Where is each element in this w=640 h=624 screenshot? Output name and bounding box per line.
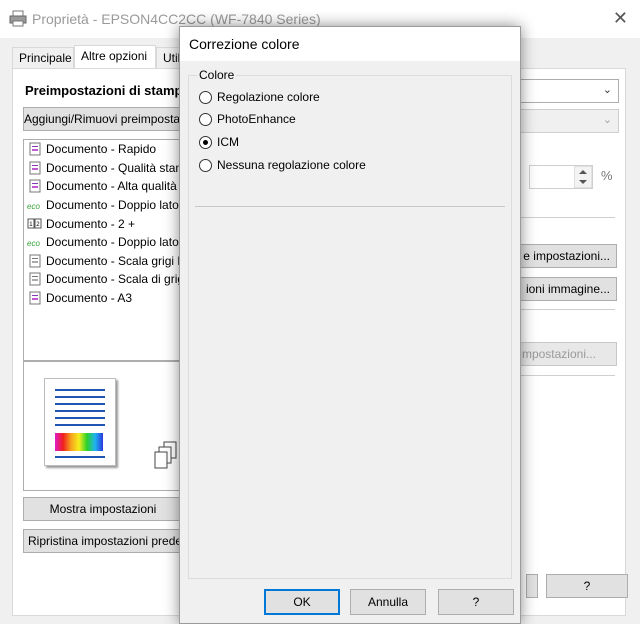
eco-icon: eco — [27, 239, 40, 248]
cancel-button-edge[interactable] — [526, 574, 538, 598]
preview-page — [44, 378, 116, 466]
image-options-button[interactable]: ioni immagine... — [511, 277, 617, 301]
cancel-button[interactable]: Annulla — [350, 589, 426, 615]
tab-altre-opzioni[interactable]: Altre opzioni — [74, 45, 156, 70]
list-item[interactable]: Documento - Qualità standard — [24, 159, 182, 178]
chevron-down-icon: ⌄ — [602, 114, 612, 126]
preview-text-line — [55, 417, 105, 419]
help-button[interactable]: ? — [546, 574, 628, 598]
tab-principale[interactable]: Principale — [12, 47, 74, 69]
window-title: Proprietà - EPSON4CC2CC (WF-7840 Series) — [32, 11, 321, 27]
percent-unit: % — [601, 168, 613, 183]
preview-text-line — [55, 410, 105, 412]
stacked-pages-icon — [154, 441, 177, 469]
list-item[interactable]: Documento - Rapido — [24, 140, 182, 159]
section-divider — [521, 375, 615, 376]
radio-regolazione-colore[interactable]: Regolazione colore — [199, 90, 320, 104]
list-item[interactable]: Documento - Scala di grigi — [24, 270, 182, 289]
preview-text-line — [55, 424, 105, 426]
grayscale-document-icon — [29, 254, 41, 268]
radio-nessuna-regolazione[interactable]: Nessuna regolazione colore — [199, 158, 366, 172]
document-icon — [29, 291, 41, 305]
group-label: Colore — [197, 68, 237, 82]
list-item-label: Documento - Doppio lato — [46, 198, 179, 213]
advanced-settings-button[interactable]: e impostazioni... — [511, 244, 617, 268]
document-icon — [29, 179, 41, 193]
chevron-down-icon: ⌄ — [602, 84, 612, 96]
preview-text-line — [55, 389, 105, 391]
preview-text-line — [55, 456, 105, 458]
radio-label: Nessuna regolazione colore — [217, 158, 366, 172]
radio-button[interactable] — [199, 112, 212, 126]
document-icon — [29, 142, 41, 156]
list-item-label: Documento - Scala grigi Rapido — [46, 253, 182, 268]
printer-icon — [9, 10, 27, 27]
list-item[interactable]: Documento - Scala grigi Rapido — [24, 252, 182, 271]
grayscale-document-icon — [29, 272, 41, 286]
radio-button-selected[interactable] — [199, 135, 212, 149]
preview-text-line — [55, 396, 105, 398]
radio-button[interactable] — [199, 90, 212, 104]
presets-title: Preimpostazioni di stampa — [25, 83, 190, 98]
list-item-label: Documento - 2 + — [46, 216, 136, 231]
zoom-percent-input[interactable] — [529, 165, 593, 189]
list-item-label: Documento - Alta qualità — [46, 179, 177, 194]
list-item-label: Documento - Doppio lato — [46, 235, 179, 250]
list-item[interactable]: eco Documento - Doppio lato — [24, 196, 182, 215]
list-item-label: Documento - A3 — [46, 291, 133, 306]
color-correction-dialog: Correzione colore Colore Regolazione col… — [179, 26, 521, 624]
list-item-label: Documento - Scala di grigi — [46, 272, 183, 287]
reset-defaults-button[interactable]: Ripristina impostazioni predefinite — [23, 529, 183, 553]
list-item[interactable]: Documento - Alta qualità — [24, 177, 182, 196]
group-divider — [195, 206, 505, 207]
svg-text:eco: eco — [27, 239, 40, 248]
close-button[interactable]: ✕ — [613, 8, 628, 29]
radio-label: ICM — [217, 135, 239, 149]
ok-button[interactable]: OK — [264, 589, 340, 615]
help-button[interactable]: ? — [438, 589, 514, 615]
preview-text-line — [55, 403, 105, 405]
list-item-label: Documento - Qualità standard — [46, 160, 183, 175]
svg-text:eco: eco — [27, 202, 40, 211]
two-up-icon: 12 — [27, 218, 42, 229]
dialog-title: Correzione colore — [180, 27, 520, 61]
output-paper-select: ⌄ — [513, 109, 619, 133]
preview-color-spectrum — [55, 433, 103, 451]
spinner-arrows-icon[interactable] — [574, 166, 592, 188]
radio-label: PhotoEnhance — [217, 112, 296, 126]
paper-size-select[interactable]: ⌄ — [513, 79, 619, 103]
eco-icon: eco — [27, 202, 40, 211]
section-divider — [521, 217, 615, 218]
list-item[interactable]: eco Documento - Doppio lato — [24, 233, 182, 252]
document-icon — [29, 161, 41, 175]
radio-photoenhance[interactable]: PhotoEnhance — [199, 112, 296, 126]
disabled-settings-button: mpostazioni... — [511, 342, 617, 366]
list-item[interactable]: Documento - A3 — [24, 289, 182, 308]
list-item-label: Documento - Rapido — [46, 142, 157, 157]
radio-icm[interactable]: ICM — [199, 135, 239, 149]
radio-label: Regolazione colore — [217, 90, 320, 104]
add-remove-presets-button[interactable]: Aggiungi/Rimuovi preimpostazioni — [23, 107, 183, 131]
presets-list[interactable]: Documento - Rapido Documento - Qualità s… — [23, 139, 183, 361]
print-preview — [23, 361, 183, 491]
section-divider — [521, 309, 615, 310]
color-groupbox: Colore Regolazione colore PhotoEnhance I… — [188, 68, 512, 579]
radio-button[interactable] — [199, 158, 212, 172]
show-settings-button[interactable]: Mostra impostazioni — [23, 497, 183, 521]
list-item[interactable]: 12 Documento - 2 + — [24, 214, 182, 233]
